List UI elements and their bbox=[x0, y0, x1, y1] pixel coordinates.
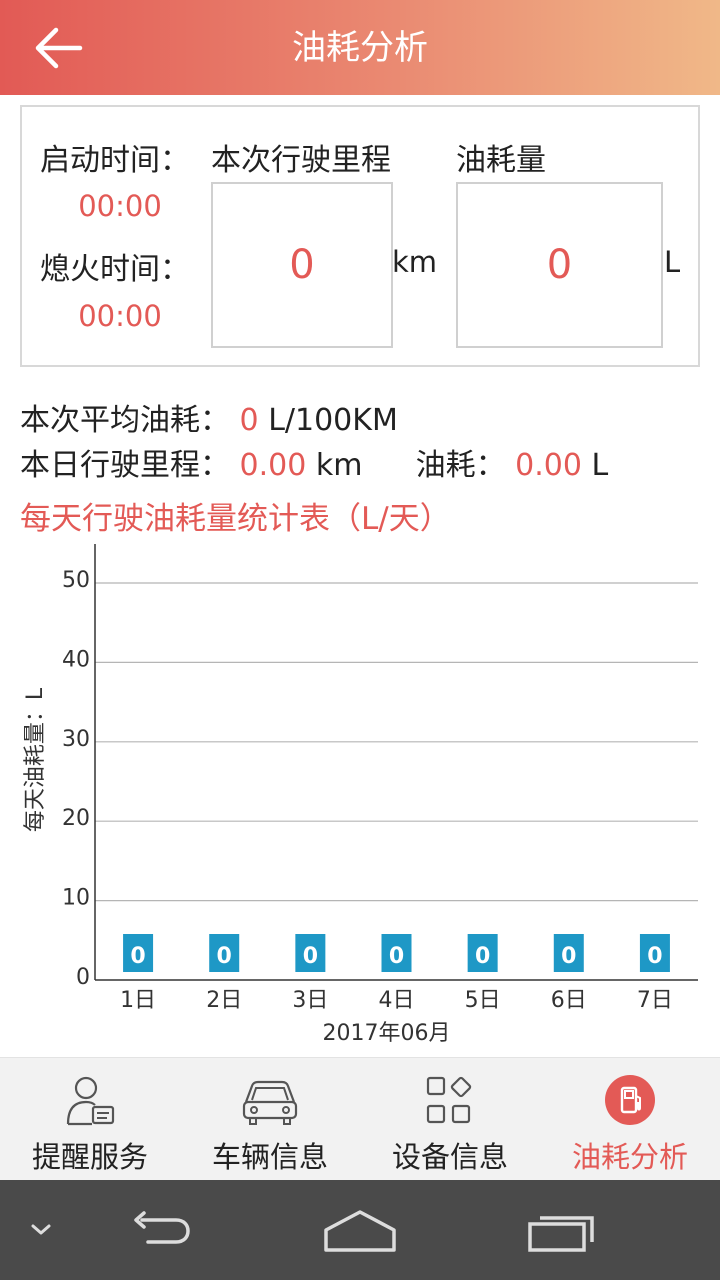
recent-apps-icon bbox=[528, 1216, 594, 1252]
day-mileage-label: 本日行驶里程： bbox=[20, 448, 230, 483]
x-tick-label: 7日 bbox=[637, 988, 673, 1013]
bar-value-label: 0 bbox=[303, 944, 318, 969]
avg-fuel-label: 本次平均油耗： bbox=[20, 403, 230, 438]
bar-value-label: 0 bbox=[389, 944, 404, 969]
day-mileage-value: 0.00 bbox=[239, 448, 307, 483]
bar-value-label: 0 bbox=[130, 944, 145, 969]
nav-item-reminder[interactable]: 提醒服务 bbox=[0, 1058, 180, 1181]
nav-label-device: 设备信息 bbox=[391, 1140, 508, 1174]
car-icon bbox=[242, 1080, 298, 1125]
system-home-button[interactable] bbox=[320, 1200, 400, 1260]
day-mileage-unit: km bbox=[315, 448, 363, 483]
nav-item-vehicle[interactable]: 车辆信息 bbox=[180, 1058, 360, 1181]
x-tick-label: 4日 bbox=[379, 988, 415, 1013]
mileage-label: 本次行驶里程 bbox=[211, 143, 391, 178]
trip-panel: 启动时间： 00:00 熄火时间： 00:00 本次行驶里程 0 km 油耗量 … bbox=[20, 105, 700, 367]
system-nav-bar bbox=[0, 1180, 720, 1280]
system-recents-button[interactable] bbox=[524, 1200, 600, 1260]
nav-item-fuel[interactable]: 油耗分析 bbox=[540, 1058, 720, 1181]
x-tick-label: 3日 bbox=[292, 988, 328, 1013]
mileage-value: 0 bbox=[289, 242, 315, 288]
avg-fuel-value: 0 bbox=[239, 403, 259, 438]
day-fuel-unit: L bbox=[591, 448, 609, 483]
home-icon bbox=[324, 1210, 396, 1252]
system-back-button[interactable] bbox=[122, 1200, 198, 1260]
chart-svg: 0 10 20 30 40 50 0 1日 0 2日 0 3日 0 4日 0 5日 0 6日 0 7日 2017年06月… bbox=[23, 544, 698, 1046]
chevron-down-icon bbox=[31, 1224, 51, 1235]
day-stats-row: 本日行驶里程： 0.00 km 油耗： 0.00 L bbox=[20, 440, 608, 484]
y-axis-title: 每天油耗量：L bbox=[23, 687, 48, 832]
y-tick-label: 0 bbox=[76, 965, 90, 990]
y-tick-label: 20 bbox=[62, 806, 90, 831]
device-grid-icon bbox=[426, 1076, 472, 1124]
y-tick-label: 10 bbox=[62, 886, 90, 911]
day-fuel-value: 0.00 bbox=[515, 448, 582, 483]
fuel-value: 0 bbox=[546, 242, 573, 288]
hide-bar-button[interactable] bbox=[24, 1200, 58, 1260]
back-arrow-icon bbox=[134, 1211, 190, 1244]
x-tick-label: 1日 bbox=[120, 988, 156, 1013]
nav-label-fuel: 油耗分析 bbox=[571, 1140, 688, 1174]
page-title: 油耗分析 bbox=[292, 28, 428, 68]
stop-time-value: 00:00 bbox=[78, 299, 162, 333]
stop-time-label: 熄火时间： bbox=[40, 252, 190, 287]
nav-item-device[interactable]: 设备信息 bbox=[360, 1058, 540, 1181]
start-time-label: 启动时间： bbox=[40, 143, 190, 178]
x-axis-title: 2017年06月 bbox=[323, 1021, 451, 1046]
bottom-nav: 提醒服务 车辆信息 设备信息 油耗分析 bbox=[0, 1057, 720, 1180]
app-header: 油耗分析 bbox=[0, 0, 720, 95]
x-tick-label: 6日 bbox=[551, 988, 587, 1013]
nav-label-reminder: 提醒服务 bbox=[31, 1140, 148, 1174]
day-fuel-label: 油耗： bbox=[415, 448, 506, 483]
bar-value-label: 0 bbox=[561, 944, 576, 969]
mileage-box: 0 bbox=[211, 182, 393, 348]
nav-label-vehicle: 车辆信息 bbox=[211, 1140, 328, 1174]
fuel-label: 油耗量 bbox=[456, 143, 546, 178]
y-tick-label: 40 bbox=[62, 647, 90, 672]
y-tick-label: 50 bbox=[62, 568, 90, 593]
fuel-pump-icon bbox=[605, 1075, 655, 1125]
mileage-unit: km bbox=[392, 245, 438, 279]
avg-fuel-unit: L/100KM bbox=[268, 403, 398, 438]
avg-fuel-row: 本次平均油耗： 0 L/100KM bbox=[20, 395, 398, 439]
fuel-box: 0 bbox=[456, 182, 663, 348]
x-tick-label: 5日 bbox=[465, 988, 501, 1013]
bar-value-label: 0 bbox=[217, 944, 232, 969]
bar-value-label: 0 bbox=[475, 944, 490, 969]
y-tick-label: 30 bbox=[62, 727, 90, 752]
chart-title: 每天行驶油耗量统计表（L/天） bbox=[20, 501, 451, 537]
start-time-value: 00:00 bbox=[78, 189, 162, 223]
daily-fuel-chart: 0 10 20 30 40 50 0 1日 0 2日 0 3日 0 4日 0 5日 0 6日 0 7日 2017年06月… bbox=[0, 540, 720, 1055]
fuel-unit: L bbox=[664, 245, 681, 279]
person-card-icon bbox=[66, 1076, 115, 1126]
bar-value-label: 0 bbox=[647, 944, 662, 969]
x-tick-label: 2日 bbox=[206, 988, 242, 1013]
